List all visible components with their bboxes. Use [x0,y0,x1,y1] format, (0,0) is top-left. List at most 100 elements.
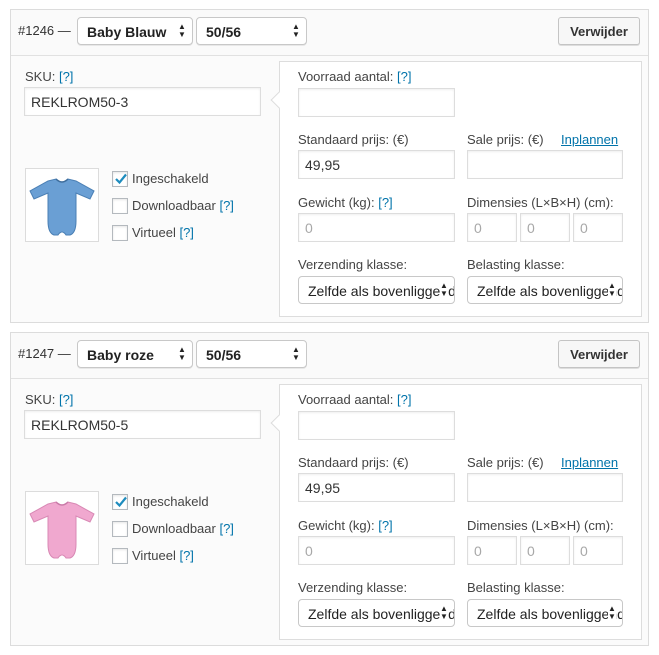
schedule-link[interactable]: Inplannen [561,132,618,147]
weight-input[interactable]: 0 [298,213,455,242]
select-arrows-icon: ▲ ▼ [440,281,448,298]
color-select-value: Baby roze [87,347,154,363]
weight-input[interactable]: 0 [298,536,455,565]
checkbox-virtual-box[interactable] [112,548,128,564]
checkbox-enabled-label: Ingeschakeld [132,494,209,509]
select-arrows-icon: ▲ ▼ [608,604,616,621]
select-arrows-icon: ▲ ▼ [178,345,186,362]
shipping-class-label: Verzending klasse: [298,257,408,272]
checkbox-virtual-label: Virtueel [?] [132,548,194,563]
select-arrows-icon: ▲ ▼ [178,22,186,39]
checkbox-virtual-label: Virtueel [?] [132,225,194,240]
tax-class-select[interactable]: Zelfde als bovenliggende ▲ ▼ [467,276,623,304]
sku-help-link[interactable]: [?] [59,392,73,407]
height-input[interactable]: 0 [573,213,623,242]
sale-price-input[interactable] [467,150,623,179]
shipping-class-select[interactable]: Zelfde als bovenliggende ▲ ▼ [298,276,455,304]
weight-label-text: Gewicht (kg): [298,518,375,533]
variation-1246: #1246 — Baby Blauw ▲ ▼ 50/56 ▲ ▼ Verwijder… [10,9,649,323]
size-select[interactable]: 50/56 ▲ ▼ [196,340,307,368]
sku-label-text: SKU: [25,69,56,84]
size-select-value: 50/56 [206,24,242,40]
remove-variation-button[interactable]: Verwijder [558,340,640,368]
virtual-text: Virtueel [132,225,176,240]
size-select[interactable]: 50/56 ▲ ▼ [196,17,307,45]
checkbox-virtual-box[interactable] [112,225,128,241]
length-input[interactable]: 0 [467,536,517,565]
sku-input[interactable]: REKLROM50-3 [24,87,261,116]
color-select[interactable]: Baby roze ▲ ▼ [77,340,193,368]
regular-price-input[interactable]: 49,95 [298,150,455,179]
checkmark-icon [115,173,127,185]
stock-input[interactable] [298,411,455,440]
checkbox-downloadable-label: Downloadbaar [?] [132,198,234,213]
select-arrows-icon: ▲ ▼ [440,604,448,621]
size-select-value: 50/56 [206,347,242,363]
tax-class-label: Belasting klasse: [467,257,565,272]
dimensions-label: Dimensies (L×B×H) (cm): [467,195,614,210]
select-arrows-icon: ▲ ▼ [608,281,616,298]
width-input[interactable]: 0 [520,213,570,242]
width-input[interactable]: 0 [520,536,570,565]
sku-help-link[interactable]: [?] [59,69,73,84]
regular-price-label: Standaard prijs: (€) [298,455,409,470]
tax-class-value: Zelfde als bovenliggende [477,606,623,622]
stock-input[interactable] [298,88,455,117]
variation-thumbnail[interactable] [25,168,99,242]
length-input[interactable]: 0 [467,213,517,242]
tax-class-select[interactable]: Zelfde als bovenliggende ▲ ▼ [467,599,623,627]
remove-variation-button[interactable]: Verwijder [558,17,640,45]
weight-label-text: Gewicht (kg): [298,195,375,210]
tax-class-value: Zelfde als bovenliggende [477,283,623,299]
checkbox-enabled-box[interactable] [112,494,128,510]
select-arrows-icon: ▲ ▼ [292,345,300,362]
sku-label-text: SKU: [25,392,56,407]
sku-label: SKU: [?] [25,69,73,84]
shipping-class-value: Zelfde als bovenliggende [308,606,455,622]
shipping-class-select[interactable]: Zelfde als bovenliggende ▲ ▼ [298,599,455,627]
height-input[interactable]: 0 [573,536,623,565]
stock-label: Voorraad aantal: [?] [298,69,412,84]
weight-label: Gewicht (kg): [?] [298,518,393,533]
onesie-image-icon [29,178,95,236]
weight-help-link[interactable]: [?] [378,195,392,210]
regular-price-label: Standaard prijs: (€) [298,132,409,147]
sale-price-label: Sale prijs: (€) [467,455,544,470]
select-arrows-icon: ▲ ▼ [292,22,300,39]
sku-label: SKU: [?] [25,392,73,407]
checkbox-enabled-box[interactable] [112,171,128,187]
weight-help-link[interactable]: [?] [378,518,392,533]
variation-header: #1247 — Baby roze ▲ ▼ 50/56 ▲ ▼ Verwijder [11,333,648,379]
dimensions-label: Dimensies (L×B×H) (cm): [467,518,614,533]
checkbox-downloadable-box[interactable] [112,198,128,214]
variation-header: #1246 — Baby Blauw ▲ ▼ 50/56 ▲ ▼ Verwijder [11,10,648,56]
regular-price-input[interactable]: 49,95 [298,473,455,502]
sale-price-label: Sale prijs: (€) [467,132,544,147]
sale-price-input[interactable] [467,473,623,502]
sku-input[interactable]: REKLROM50-5 [24,410,261,439]
virtual-help-link[interactable]: [?] [179,548,193,563]
shipping-class-label: Verzending klasse: [298,580,408,595]
shipping-class-value: Zelfde als bovenliggende [308,283,455,299]
downloadable-help-link[interactable]: [?] [219,521,233,536]
weight-label: Gewicht (kg): [?] [298,195,393,210]
variation-id: #1246 — [18,23,71,38]
checkbox-downloadable-label: Downloadbaar [?] [132,521,234,536]
virtual-help-link[interactable]: [?] [179,225,193,240]
checkmark-icon [115,496,127,508]
stock-label: Voorraad aantal: [?] [298,392,412,407]
downloadable-text: Downloadbaar [132,521,216,536]
stock-help-link[interactable]: [?] [397,69,411,84]
variation-details-panel: Voorraad aantal: [?] Standaard prijs: (€… [270,384,642,640]
downloadable-text: Downloadbaar [132,198,216,213]
variation-1247: #1247 — Baby roze ▲ ▼ 50/56 ▲ ▼ Verwijder … [10,332,649,646]
onesie-image-icon [29,501,95,559]
schedule-link[interactable]: Inplannen [561,455,618,470]
variation-thumbnail[interactable] [25,491,99,565]
color-select[interactable]: Baby Blauw ▲ ▼ [77,17,193,45]
downloadable-help-link[interactable]: [?] [219,198,233,213]
checkbox-downloadable-box[interactable] [112,521,128,537]
checkbox-enabled-label: Ingeschakeld [132,171,209,186]
panel-notch [270,414,288,432]
stock-help-link[interactable]: [?] [397,392,411,407]
